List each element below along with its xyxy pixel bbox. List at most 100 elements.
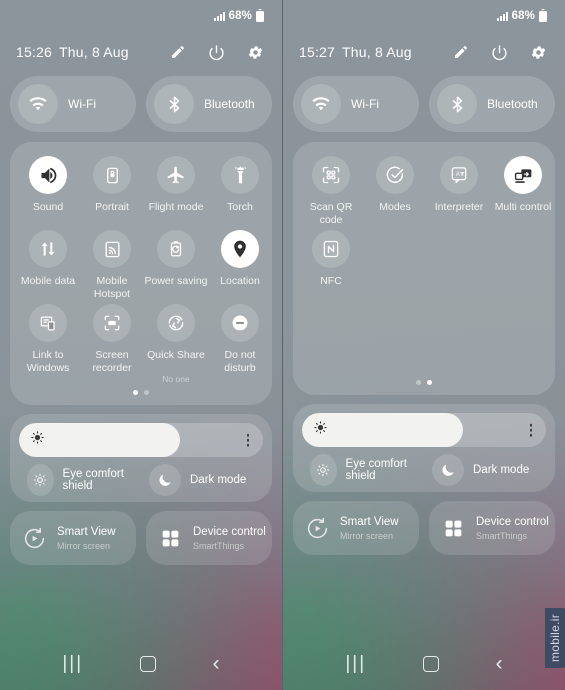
smart-view-icon bbox=[303, 514, 331, 542]
clock-area: 15:27 Thu, 8 Aug bbox=[299, 44, 412, 60]
bottom-tiles: Smart View Mirror screen Device control … bbox=[293, 501, 555, 555]
recents-button[interactable]: ||| bbox=[345, 653, 366, 675]
quick-panel-header: 15:27 Thu, 8 Aug bbox=[293, 32, 555, 72]
tile-label: Power saving bbox=[144, 275, 208, 287]
connectivity-pills: Wi-Fi Bluetooth bbox=[293, 76, 555, 132]
tile-label: NFC bbox=[320, 275, 342, 287]
power-icon[interactable] bbox=[208, 44, 225, 61]
scan-qr-icon bbox=[312, 156, 350, 194]
modes-check-icon bbox=[376, 156, 414, 194]
moon-icon bbox=[149, 464, 181, 496]
battery-percent-label: 68% bbox=[228, 10, 252, 22]
moon-icon bbox=[432, 454, 464, 486]
tile-label: Scan QR code bbox=[309, 201, 353, 226]
tile-label: Do not disturb bbox=[224, 349, 256, 374]
tile-screen-recorder[interactable]: Screen recorder bbox=[80, 304, 144, 384]
eye-comfort-shield-toggle[interactable]: Eye comfort shield bbox=[19, 464, 141, 496]
more-options-icon[interactable] bbox=[246, 433, 249, 447]
recents-button[interactable]: ||| bbox=[62, 653, 83, 675]
tile-torch[interactable]: Torch bbox=[208, 156, 272, 226]
tile-multi-control[interactable]: Multi control bbox=[491, 156, 555, 226]
phone-panel-left: 68% 15:26 Thu, 8 Aug Wi-Fi Bluetooth Sou… bbox=[0, 0, 282, 690]
home-button[interactable] bbox=[139, 656, 156, 672]
wifi-label: Wi-Fi bbox=[68, 97, 96, 111]
brightness-card: Eye comfort shield Dark mode bbox=[10, 414, 272, 502]
back-button[interactable]: ‹ bbox=[213, 652, 220, 676]
tile-nfc[interactable]: NFC bbox=[299, 230, 363, 300]
smart-view-tile[interactable]: Smart View Mirror screen bbox=[10, 511, 136, 565]
bluetooth-label: Bluetooth bbox=[487, 97, 538, 111]
smart-view-icon bbox=[20, 524, 48, 552]
tile-label: Screen recorder bbox=[92, 349, 132, 374]
link-to-windows-icon bbox=[29, 304, 67, 342]
eye-comfort-icon bbox=[27, 464, 54, 496]
tile-sound[interactable]: Sound bbox=[16, 156, 80, 226]
tile-do-not-disturb[interactable]: Do not disturb bbox=[208, 304, 272, 384]
do-not-disturb-icon bbox=[221, 304, 259, 342]
page-dot-1[interactable] bbox=[133, 390, 138, 395]
back-button[interactable]: ‹ bbox=[496, 652, 503, 676]
tile-label: Modes bbox=[379, 201, 411, 213]
tile-mobile-data[interactable]: Mobile data bbox=[16, 230, 80, 300]
tile-mobile-hotspot[interactable]: Mobile Hotspot bbox=[80, 230, 144, 300]
tile-label: Mobile data bbox=[20, 275, 76, 287]
brightness-sun-icon bbox=[313, 420, 328, 440]
dark-mode-label: Dark mode bbox=[473, 464, 530, 476]
bluetooth-pill[interactable]: Bluetooth bbox=[429, 76, 555, 132]
multi-control-icon bbox=[504, 156, 542, 194]
dark-mode-toggle[interactable]: Dark mode bbox=[424, 454, 546, 486]
battery-percent-label: 68% bbox=[511, 10, 535, 22]
page-dot-2[interactable] bbox=[144, 390, 149, 395]
mobile-data-icon bbox=[29, 230, 67, 268]
brightness-sun-icon bbox=[30, 430, 45, 450]
brightness-card: Eye comfort shield Dark mode bbox=[293, 404, 555, 492]
tile-modes[interactable]: Modes bbox=[363, 156, 427, 226]
tile-label: Sound bbox=[32, 201, 64, 213]
tile-flight-mode[interactable]: Flight mode bbox=[144, 156, 208, 226]
bluetooth-pill[interactable]: Bluetooth bbox=[146, 76, 272, 132]
eye-comfort-shield-toggle[interactable]: Eye comfort shield bbox=[302, 454, 424, 486]
power-icon[interactable] bbox=[491, 44, 508, 61]
brightness-slider[interactable] bbox=[302, 413, 546, 447]
interpreter-icon: A bbox=[440, 156, 478, 194]
navigation-bar: ||| ‹ bbox=[0, 638, 282, 690]
tile-portrait[interactable]: Portrait bbox=[80, 156, 144, 226]
tile-label: Torch bbox=[227, 201, 253, 213]
wifi-pill[interactable]: Wi-Fi bbox=[293, 76, 419, 132]
smart-view-tile[interactable]: Smart View Mirror screen bbox=[293, 501, 419, 555]
tile-empty bbox=[491, 230, 555, 300]
dark-mode-toggle[interactable]: Dark mode bbox=[141, 464, 263, 496]
device-control-tile[interactable]: Device control SmartThings bbox=[429, 501, 555, 555]
bluetooth-icon bbox=[154, 84, 194, 124]
settings-gear-icon[interactable] bbox=[530, 44, 547, 61]
quick-settings-grid: Sound Portrait Flight mode Torch Mobile … bbox=[16, 156, 266, 384]
edit-pencil-icon[interactable] bbox=[170, 44, 186, 60]
status-bar: 68% bbox=[293, 0, 555, 32]
tile-link-to-windows[interactable]: Link to Windows bbox=[16, 304, 80, 384]
smart-view-subtitle: Mirror screen bbox=[57, 540, 111, 551]
tile-interpreter[interactable]: A Interpreter bbox=[427, 156, 491, 226]
settings-gear-icon[interactable] bbox=[247, 44, 264, 61]
brightness-slider[interactable] bbox=[19, 423, 263, 457]
battery-icon bbox=[256, 10, 264, 22]
smart-view-title: Smart View bbox=[340, 515, 399, 528]
device-control-icon bbox=[156, 524, 184, 552]
tile-power-saving[interactable]: Power saving bbox=[144, 230, 208, 300]
page-dot-2[interactable] bbox=[427, 380, 432, 385]
tile-label: Multi control bbox=[494, 201, 552, 213]
tile-scan-qr-code[interactable]: Scan QR code bbox=[299, 156, 363, 226]
tile-label: Flight mode bbox=[148, 201, 204, 213]
eye-comfort-shield-label: Eye comfort shield bbox=[62, 468, 124, 492]
device-control-tile[interactable]: Device control SmartThings bbox=[146, 511, 272, 565]
home-button[interactable] bbox=[422, 656, 439, 672]
more-options-icon[interactable] bbox=[529, 423, 532, 437]
navigation-bar: ||| ‹ bbox=[283, 638, 565, 690]
tile-empty bbox=[491, 304, 555, 374]
tile-location[interactable]: Location bbox=[208, 230, 272, 300]
page-dot-1[interactable] bbox=[416, 380, 421, 385]
wifi-pill[interactable]: Wi-Fi bbox=[10, 76, 136, 132]
device-control-title: Device control bbox=[193, 525, 266, 538]
edit-pencil-icon[interactable] bbox=[453, 44, 469, 60]
quick-share-icon bbox=[157, 304, 195, 342]
tile-quick-share[interactable]: Quick Share No one bbox=[144, 304, 208, 384]
